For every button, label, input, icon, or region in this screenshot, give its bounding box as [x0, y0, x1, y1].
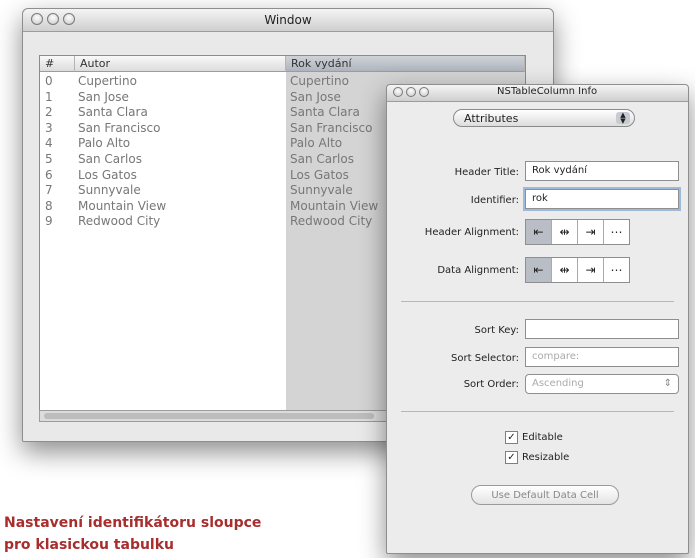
cell-autor: Mountain View	[78, 198, 167, 213]
sort-key-label: Sort Key:	[474, 325, 519, 336]
attributes-popup-label: Attributes	[464, 112, 519, 125]
scrollbar-thumb[interactable]	[44, 413, 374, 419]
checkmark-icon: ✓	[505, 431, 518, 444]
cell-number: 1	[45, 89, 53, 104]
attributes-popup[interactable]: Attributes ▲ ▼	[453, 109, 635, 127]
align-left-icon[interactable]: ⇤	[526, 258, 552, 282]
window-title: Window	[264, 13, 312, 27]
cell-autor: Cupertino	[78, 74, 137, 88]
cell-rok: Mountain View	[290, 198, 379, 213]
identifier-field[interactable]: rok	[525, 189, 679, 209]
header-alignment-label: Header Alignment:	[424, 227, 519, 238]
caption-line-1: Nastavení identifikátoru sloupce	[4, 515, 262, 531]
figure-caption: Nastavení identifikátoru sloupce pro kla…	[4, 512, 261, 556]
cell-rok: Los Gatos	[290, 167, 349, 182]
resizable-checkbox[interactable]: ✓ Resizable	[505, 451, 569, 464]
resizable-label: Resizable	[522, 452, 570, 463]
align-justify-icon[interactable]: ⋯	[604, 220, 629, 244]
separator	[401, 301, 674, 302]
cell-number: 0	[45, 74, 53, 88]
cell-autor: Redwood City	[78, 214, 161, 229]
separator	[401, 411, 674, 412]
cell-rok: Sunnyvale	[290, 183, 353, 198]
cell-rok: San Carlos	[290, 151, 354, 166]
header-title-label: Header Title:	[454, 167, 519, 178]
cell-autor: Palo Alto	[78, 136, 131, 151]
cell-rok: Palo Alto	[290, 136, 343, 151]
cell-number: 9	[45, 214, 53, 229]
title-bar: Window	[23, 9, 553, 32]
align-center-icon[interactable]: ⇹	[552, 220, 578, 244]
inspector-panel: NSTableColumn Info Attributes ▲ ▼ Header …	[386, 84, 689, 554]
cell-autor: Los Gatos	[78, 167, 137, 182]
column-header-autor[interactable]: Autor	[75, 56, 286, 72]
inspector-title-bar: NSTableColumn Info	[387, 85, 688, 102]
cell-number: 5	[45, 151, 53, 166]
cell-rok: San Francisco	[290, 120, 373, 135]
editable-label: Editable	[522, 432, 563, 443]
cell-rok: Cupertino	[290, 74, 349, 88]
cell-number: 6	[45, 167, 53, 182]
column-header-number[interactable]: #	[40, 56, 75, 72]
editable-checkbox[interactable]: ✓ Editable	[505, 431, 563, 444]
use-default-data-cell-button[interactable]: Use Default Data Cell	[471, 485, 619, 505]
align-justify-icon[interactable]: ⋯	[604, 258, 629, 282]
cell-autor: San Francisco	[78, 120, 161, 135]
cell-rok: San Jose	[290, 89, 341, 104]
header-title-field[interactable]: Rok vydání	[525, 161, 679, 181]
caption-line-2: pro klasickou tabulku	[4, 537, 175, 553]
sort-selector-label: Sort Selector:	[451, 353, 519, 364]
identifier-label: Identifier:	[470, 195, 519, 206]
checkmark-icon: ✓	[505, 451, 518, 464]
cell-number: 2	[45, 105, 53, 120]
column-header-rok-vydani[interactable]: Rok vydání	[286, 56, 525, 72]
align-right-icon[interactable]: ⇥	[578, 258, 604, 282]
sort-key-field[interactable]	[525, 319, 679, 339]
select-arrows-icon: ⇕	[663, 378, 672, 389]
data-alignment-control[interactable]: ⇤ ⇹ ⇥ ⋯	[525, 257, 630, 283]
popup-arrows-icon: ▲ ▼	[616, 112, 630, 125]
sort-order-label: Sort Order:	[463, 379, 519, 390]
sort-order-value: Ascending	[532, 378, 584, 389]
cell-autor: Santa Clara	[78, 105, 148, 120]
cell-number: 7	[45, 183, 53, 198]
cell-rok: Santa Clara	[290, 105, 360, 120]
inspector-title: NSTableColumn Info	[497, 86, 598, 97]
sort-order-select[interactable]: Ascending ⇕	[525, 374, 679, 394]
header-alignment-control[interactable]: ⇤ ⇹ ⇥ ⋯	[525, 219, 630, 245]
cell-number: 3	[45, 120, 53, 135]
cell-number: 8	[45, 198, 53, 213]
sort-selector-field[interactable]: compare:	[525, 347, 679, 367]
align-right-icon[interactable]: ⇥	[578, 220, 604, 244]
cell-autor: Sunnyvale	[78, 183, 141, 198]
data-alignment-label: Data Alignment:	[437, 265, 519, 276]
cell-autor: San Jose	[78, 89, 129, 104]
cell-rok: Redwood City	[290, 214, 373, 229]
align-center-icon[interactable]: ⇹	[552, 258, 578, 282]
cell-number: 4	[45, 136, 53, 151]
cell-autor: San Carlos	[78, 151, 142, 166]
align-left-icon[interactable]: ⇤	[526, 220, 552, 244]
